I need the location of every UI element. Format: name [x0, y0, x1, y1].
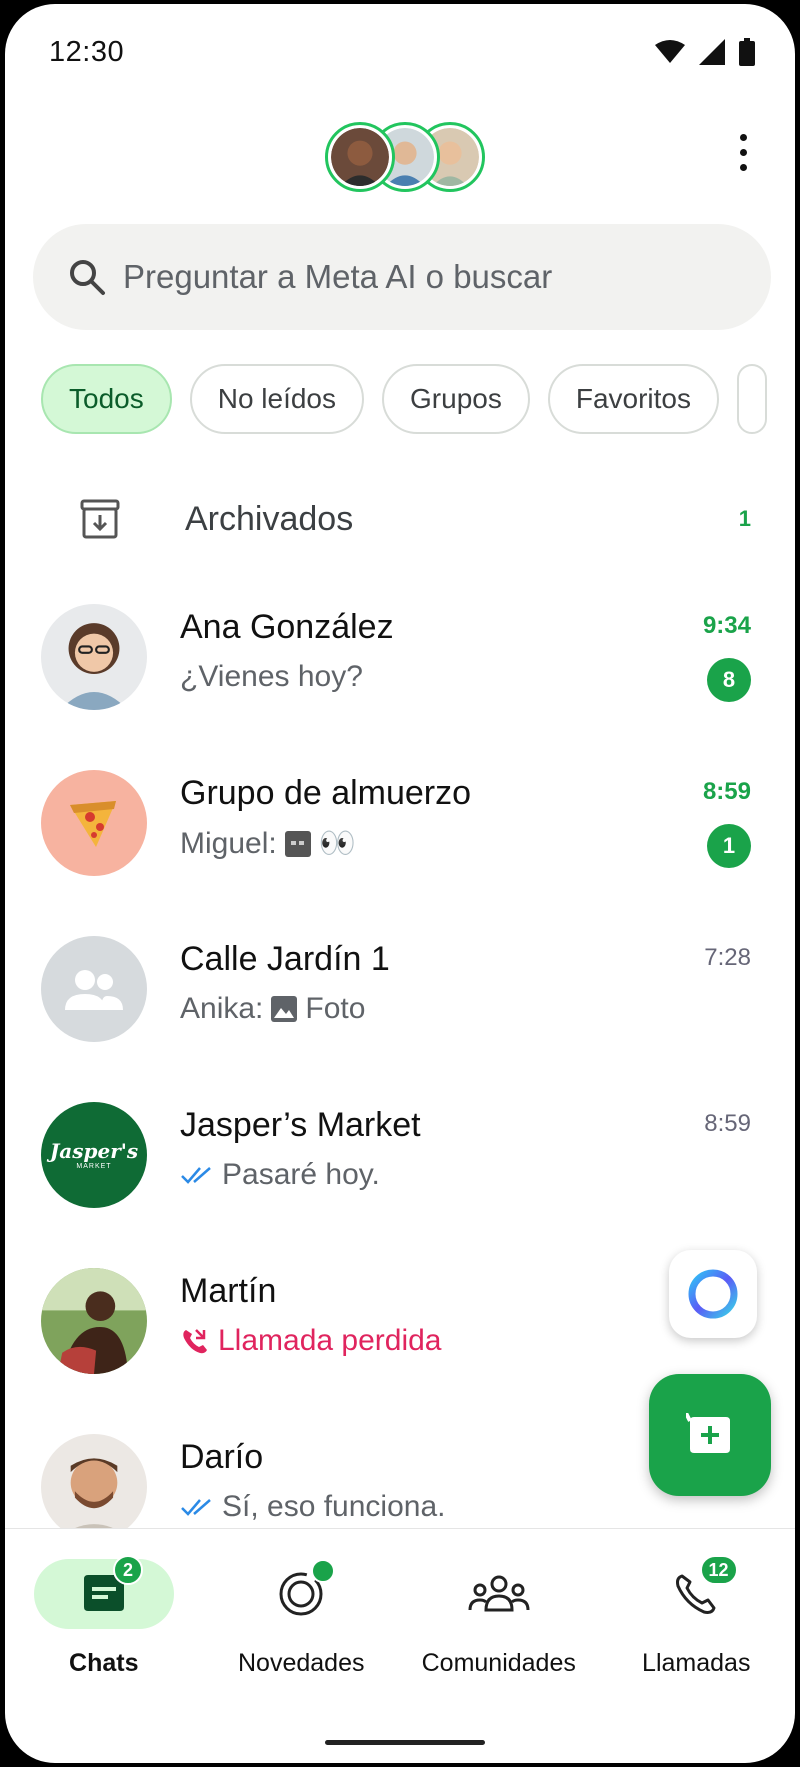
chat-name: Jasper’s Market	[180, 1106, 421, 1144]
chat-preview: ¿Vienes hoy?	[180, 660, 363, 693]
nav-chats-label: Chats	[69, 1649, 139, 1677]
chat-preview: Anika: Foto	[180, 992, 366, 1025]
unread-badge: 1	[707, 824, 751, 868]
nav-communities[interactable]: Comunidades	[400, 1529, 598, 1698]
nav-updates-label: Novedades	[238, 1649, 365, 1677]
communities-icon	[468, 1575, 530, 1612]
calls-badge: 12	[699, 1555, 738, 1585]
new-chat-icon	[686, 1413, 730, 1453]
avatar	[41, 1434, 147, 1540]
jaspers-logo-subtext: MARKET	[76, 1162, 112, 1170]
nav-calls[interactable]: 12 Llamadas	[598, 1529, 796, 1698]
chat-row-ana[interactable]: Ana González ¿Vienes hoy? 9:34 8	[5, 596, 795, 726]
meta-ai-button[interactable]	[669, 1250, 757, 1338]
chat-time: 8:59	[702, 778, 751, 805]
nav-calls-label: Llamadas	[642, 1649, 751, 1677]
avatar	[41, 1268, 147, 1374]
photo-icon	[271, 996, 298, 1022]
chat-row-jaspers[interactable]: Jasper's MARKET Jasper’s Market Pasaré h…	[5, 1094, 795, 1224]
status-bar: 12:30	[49, 32, 755, 72]
archive-icon	[80, 499, 120, 539]
avatar: Jasper's MARKET	[41, 1102, 147, 1208]
updates-dot	[310, 1559, 335, 1583]
chat-name: Calle Jardín 1	[180, 940, 390, 978]
chat-time: 9:34	[702, 612, 751, 639]
missed-call-icon	[183, 1329, 207, 1354]
chip-grupos[interactable]: Grupos	[382, 364, 530, 434]
chat-row-calle[interactable]: Calle Jardín 1 Anika: Foto 7:28	[5, 928, 795, 1058]
wifi-icon	[655, 40, 685, 63]
chats-badge: 2	[113, 1555, 143, 1585]
nav-communities-label: Comunidades	[421, 1649, 576, 1677]
archived-count: 1	[738, 506, 751, 531]
chip-todos[interactable]: Todos	[41, 364, 172, 434]
jaspers-logo: Jasper's	[49, 1138, 139, 1163]
story-avatar[interactable]	[325, 122, 395, 192]
archived-label: Archivados	[185, 499, 354, 538]
home-indicator[interactable]	[325, 1740, 485, 1745]
search-bar[interactable]: Preguntar a Meta AI o buscar	[33, 224, 771, 330]
status-icons	[655, 38, 755, 66]
battery-icon	[739, 38, 755, 66]
nav-chats[interactable]: 2 Chats	[5, 1529, 203, 1698]
chat-preview: Miguel: 👀	[180, 826, 357, 861]
search-icon	[70, 260, 105, 295]
chat-row-grupo[interactable]: Grupo de almuerzo Miguel: 👀 8:59 1	[5, 762, 795, 892]
chat-name: Grupo de almuerzo	[180, 774, 472, 812]
avatar	[41, 936, 147, 1042]
signal-icon	[699, 39, 725, 65]
pizza-icon	[70, 801, 116, 847]
header	[5, 116, 795, 196]
archived-row[interactable]: Archivados 1	[5, 484, 795, 554]
filter-chips: Todos No leídos Grupos Favoritos	[41, 364, 795, 436]
chat-name: Ana González	[180, 608, 394, 646]
chat-time: 7:28	[704, 944, 751, 971]
group-icon	[65, 970, 123, 1010]
chip-no-leidos[interactable]: No leídos	[189, 364, 365, 434]
chip-more[interactable]	[737, 364, 767, 434]
avatar	[41, 770, 147, 876]
sticker-icon	[284, 830, 311, 857]
bottom-nav: 2 Chats Novedades Comunidades 12 Llamada…	[5, 1528, 795, 1698]
chat-name: Darío	[180, 1438, 264, 1476]
new-chat-button[interactable]	[649, 1374, 771, 1496]
unread-badge: 8	[707, 658, 751, 702]
more-options-icon[interactable]	[733, 134, 753, 178]
chat-preview: Sí, eso funciona.	[180, 1490, 445, 1524]
avatar	[41, 604, 147, 710]
chip-favoritos[interactable]: Favoritos	[547, 364, 719, 434]
chat-preview: Llamada perdida	[180, 1324, 442, 1358]
status-stories[interactable]	[325, 122, 485, 192]
status-time: 12:30	[49, 35, 125, 68]
chat-preview: Pasaré hoy.	[180, 1158, 380, 1192]
avatar	[331, 128, 389, 186]
chat-name: Martín	[180, 1272, 277, 1310]
double-check-icon	[181, 1499, 211, 1516]
meta-ai-icon	[688, 1269, 738, 1319]
chat-time: 8:59	[704, 1110, 751, 1137]
nav-updates[interactable]: Novedades	[203, 1529, 401, 1698]
double-check-icon	[181, 1167, 211, 1184]
phone-screen: 12:30 Preguntar a Meta AI o buscar Todos	[5, 4, 795, 1763]
search-placeholder: Preguntar a Meta AI o buscar	[123, 258, 553, 295]
